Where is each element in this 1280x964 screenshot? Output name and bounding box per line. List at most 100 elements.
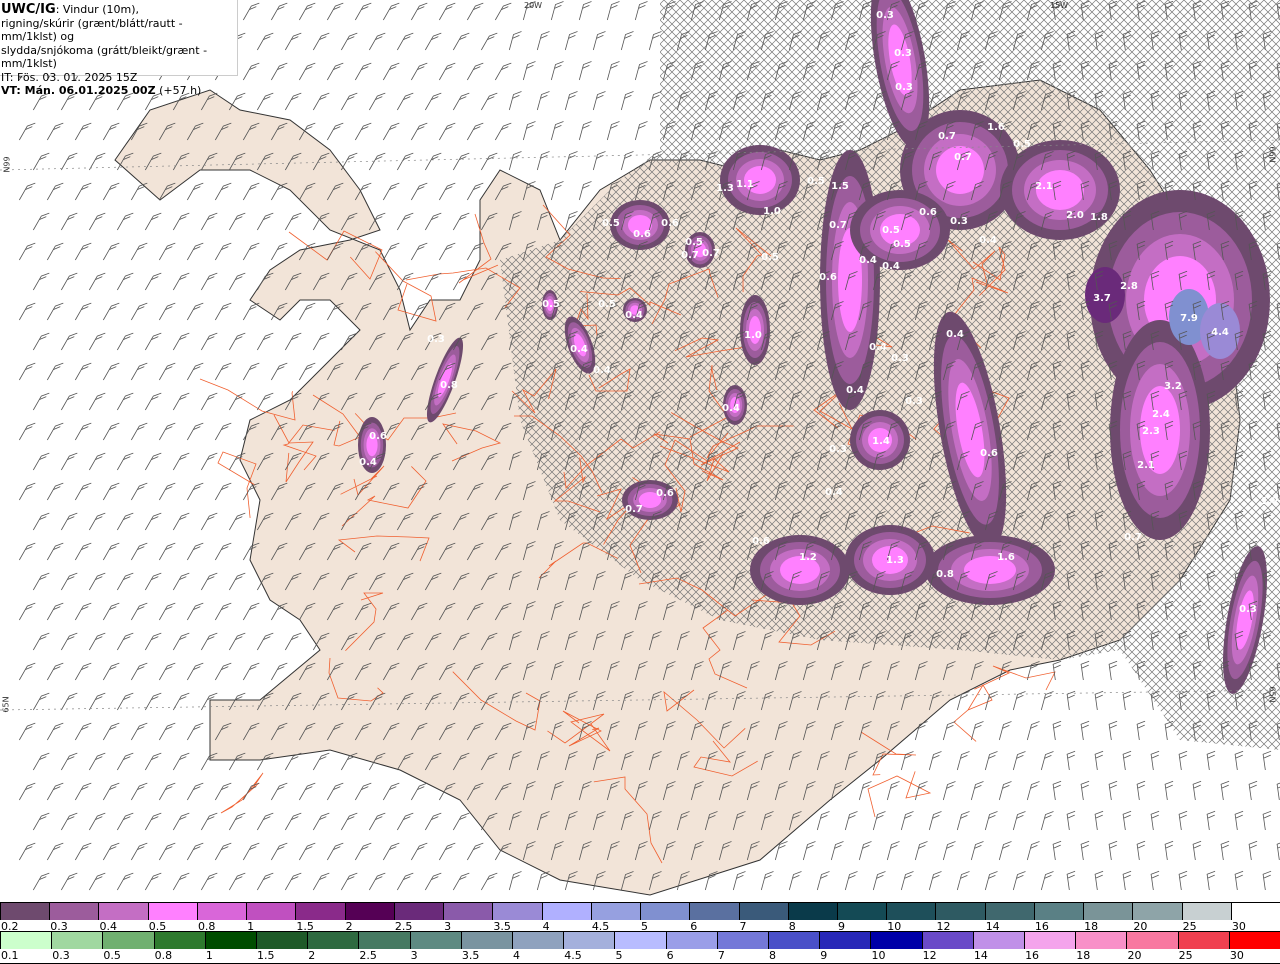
precip-value: 0.7 (625, 504, 643, 515)
precip-value: 1.4 (872, 436, 890, 447)
legend-swatch (204, 932, 257, 949)
precip-value: 0.4 (593, 365, 611, 376)
title-line3: slydda/snjókoma (grátt/bleikt/grænt - mm… (1, 43, 208, 71)
legend-label: 0.1 (1, 949, 19, 962)
precip-value: 0.3 (1239, 604, 1257, 615)
legend-swatch (819, 932, 871, 949)
precip-value: 0.7 (681, 250, 699, 261)
precip-value: 0.7 (954, 152, 972, 163)
precip-value: 0.6 (980, 448, 998, 459)
lat-label-66n-right: 66N (1267, 146, 1277, 163)
legend-label: 0.5 (103, 949, 121, 962)
legend-label: 5 (615, 949, 623, 962)
legend-swatch (358, 932, 410, 949)
weather-map: 0.30.30.30.71.60.50.72.12.0 1.81.3 1.1 0.5 1… (0, 0, 1280, 902)
precip-value: 0.4 (882, 261, 900, 272)
legend-label: 16 (1025, 949, 1040, 962)
legend-swatch (246, 903, 296, 920)
legend-swatch (49, 903, 99, 920)
legend-label: 30 (1229, 949, 1244, 962)
legend-swatch (738, 903, 788, 920)
title-line2: rigning/skúrir (grænt/blátt/rautt - mm/1… (1, 16, 183, 44)
precip-value: 1.3 (716, 183, 734, 194)
issue-time: IT: Fös. 03. 01. 2025 15Z (1, 70, 138, 84)
precip-value: 2.0 (1066, 210, 1084, 221)
precip-value: 7.9 (1180, 313, 1198, 324)
precip-value: 0.7 (938, 131, 956, 142)
lat-label-65n-left: 65N (1, 696, 11, 713)
precip-value: 1.2 (799, 552, 817, 563)
legend-label: 10 (871, 949, 886, 962)
precip-value: 0.4 (869, 342, 887, 353)
legend-swatch (1083, 903, 1133, 920)
precip-value: 2.4 (1152, 409, 1170, 420)
precip-value: 0.3 (829, 444, 847, 455)
legend-swatch (196, 903, 247, 920)
precip-value: 0.8 (936, 569, 954, 580)
legend-swatch (1024, 932, 1076, 949)
legend-swatch (344, 903, 394, 920)
precip-value: 0.4 (946, 329, 964, 340)
legend-label: 4 (513, 949, 521, 962)
legend-swatch (640, 903, 690, 920)
precip-value: 0.5 (598, 299, 616, 310)
legend-swatch (614, 932, 666, 949)
lat-label-65n-right: 65N (1267, 686, 1277, 703)
map-title-box: UWC/IG: Vindur (10m), rigning/skúrir (gr… (0, 0, 238, 97)
legend-label: 3 (410, 949, 418, 962)
legend-label: 1.5 (257, 949, 275, 962)
precip-value: 2.8 (1120, 281, 1138, 292)
precip-value: 0.6 (752, 536, 770, 547)
legend-label: 0.8 (154, 949, 173, 962)
legend-swatch (307, 932, 359, 949)
legend-swatch (1075, 932, 1127, 949)
precip-value: 0.3 (894, 48, 912, 59)
legend-swatch (0, 903, 50, 920)
legend-swatch (563, 932, 615, 949)
precip-value: 0.5 (807, 176, 825, 187)
precip-value: 0.7 (702, 248, 720, 259)
precip-value: 0.5 (1013, 139, 1031, 150)
precip-value: 0.4 (359, 457, 377, 468)
precip-value: 0.6 (369, 431, 387, 442)
legend-swatch (689, 903, 739, 920)
precip-value: 0.3 (895, 82, 913, 93)
legend-swatch (1230, 903, 1280, 920)
precip-value: 3.7 (1093, 293, 1111, 304)
precip-value: 0.4 (979, 235, 997, 246)
precip-value: 0.5 (761, 252, 779, 263)
legend-swatch (51, 932, 103, 949)
legend-swatch (460, 932, 513, 949)
legend-swatch (1033, 903, 1084, 920)
legend-label: 0.3 (52, 949, 70, 962)
legend-swatch (409, 932, 461, 949)
legend-swatch (147, 903, 197, 920)
legend-swatch (102, 932, 154, 949)
precip-value: 0.8 (440, 380, 458, 391)
legend-label: 9 (820, 949, 828, 962)
legend-swatch (1228, 932, 1280, 949)
precip-value: 0.5 (602, 218, 620, 229)
precip-value: 1.5 (831, 181, 849, 192)
valid-time: VT: Mán. 06.01.2025 00Z (1, 84, 156, 97)
precip-value: 0.7 (829, 220, 847, 231)
precip-value: 0.7 (1124, 532, 1142, 543)
legend-swatch (541, 903, 591, 920)
precip-value: 1.8 (1090, 212, 1108, 223)
legend-swatch (984, 903, 1034, 920)
legend-swatch (870, 932, 922, 949)
legend-swatch (665, 932, 717, 949)
precip-value: 0.3 (876, 10, 894, 21)
legend-swatch (256, 932, 308, 949)
precip-value: 0.4 (825, 487, 843, 498)
legend-swatch (153, 932, 205, 949)
title-line1: : Vindur (10m), (55, 3, 139, 16)
precip-value: 1.0 (763, 206, 781, 217)
precip-value: 0.5 (893, 239, 911, 250)
legend-label: 6 (666, 949, 674, 962)
legend-swatch (768, 932, 820, 949)
precip-value: 0.3 (891, 353, 909, 364)
precip-value: 1.1 (736, 179, 754, 190)
legend-swatch (972, 932, 1025, 949)
precip-value: 0.6 (633, 229, 651, 240)
